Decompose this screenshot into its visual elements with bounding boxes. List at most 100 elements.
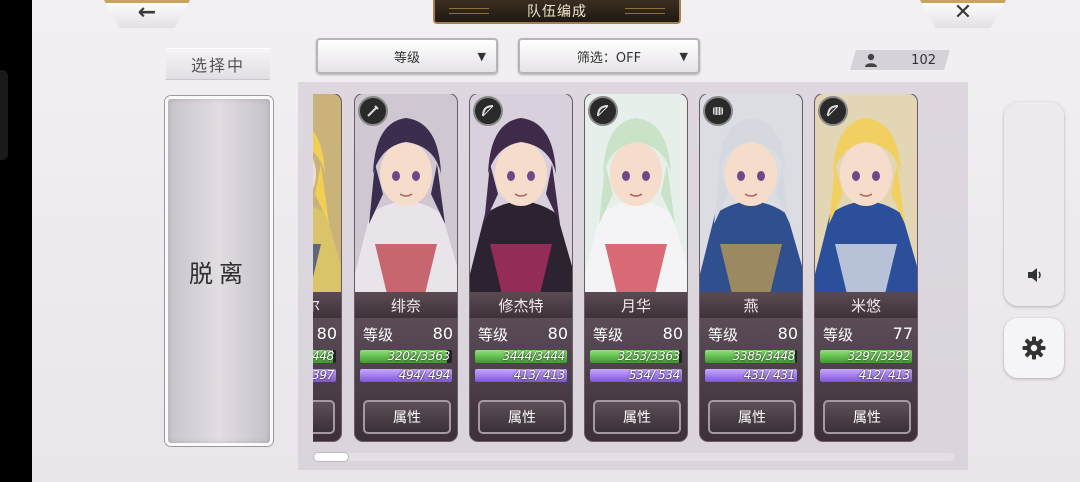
fist-icon bbox=[703, 96, 733, 126]
leave-button-label: 脱离 bbox=[189, 259, 249, 288]
filter-dropdown-label: 筛选：OFF bbox=[576, 50, 642, 66]
character-stats: 等级 80 3444/3444 413/ 413 属性 bbox=[470, 318, 572, 441]
bow-icon bbox=[473, 96, 503, 126]
hp-bar: 3253/3363 bbox=[590, 350, 682, 363]
character-portrait bbox=[313, 94, 341, 292]
chevron-down-icon: ▼ bbox=[679, 50, 688, 63]
horizontal-scrollbar[interactable] bbox=[314, 453, 954, 461]
mp-value: 413/ 413 bbox=[513, 369, 566, 382]
volume-panel[interactable] bbox=[1004, 102, 1064, 306]
hp-value: 3297/3292 bbox=[847, 350, 911, 363]
gear-icon bbox=[1022, 336, 1046, 360]
level-label: 等级 bbox=[478, 326, 509, 344]
attribute-button[interactable]: 属性 bbox=[823, 400, 911, 434]
attribute-button[interactable]: 属性 bbox=[478, 400, 566, 434]
level-value: 80 bbox=[777, 324, 798, 343]
scrollbar-thumb[interactable] bbox=[314, 453, 348, 461]
character-card[interactable]: 燕 等级 80 3385/3448 431/ 431 属性 bbox=[700, 94, 802, 441]
sort-dropdown[interactable]: 等级 ▼ bbox=[316, 38, 498, 74]
chevron-down-icon: ▼ bbox=[477, 50, 486, 63]
level-row: 等级 80 bbox=[363, 324, 453, 344]
hp-value: 3444/3444 bbox=[502, 350, 566, 363]
selecting-label: 选择中 bbox=[166, 48, 270, 80]
mp-value: 534/ 534 bbox=[628, 369, 681, 382]
level-label: 等级 bbox=[708, 326, 739, 344]
character-name: 米悠 bbox=[815, 292, 917, 318]
character-stats: 等级 80 4305/4448 397/ 397 属性 bbox=[313, 318, 341, 441]
speaker-icon bbox=[1028, 268, 1041, 282]
character-stats: 等级 80 3385/3448 431/ 431 属性 bbox=[700, 318, 802, 441]
character-card[interactable]: 安娜贝尔 等级 80 4305/4448 397/ 397 属性 bbox=[313, 94, 341, 441]
hp-value: 3202/3363 bbox=[387, 350, 451, 363]
character-stats: 等级 77 3297/3292 412/ 413 属性 bbox=[815, 318, 917, 441]
settings-button[interactable] bbox=[1004, 318, 1064, 378]
level-label: 等级 bbox=[593, 326, 624, 344]
close-icon: ✕ bbox=[953, 0, 973, 25]
mp-value: 431/ 431 bbox=[743, 369, 796, 382]
mp-bar: 412/ 413 bbox=[820, 369, 912, 382]
character-card[interactable]: 修杰特 等级 80 3444/3444 413/ 413 属性 bbox=[470, 94, 572, 441]
character-card[interactable]: 米悠 等级 77 3297/3292 412/ 413 属性 bbox=[815, 94, 917, 441]
mp-value: 397/ 397 bbox=[313, 369, 334, 382]
level-row: 等级 80 bbox=[313, 324, 337, 344]
sword-icon bbox=[358, 96, 388, 126]
page-title: 队伍编成 bbox=[433, 0, 681, 24]
attribute-button[interactable]: 属性 bbox=[313, 400, 335, 434]
mp-bar: 431/ 431 bbox=[705, 369, 797, 382]
level-label: 等级 bbox=[823, 326, 854, 344]
level-row: 等级 80 bbox=[593, 324, 683, 344]
character-card[interactable]: 月华 等级 80 3253/3363 534/ 534 属性 bbox=[585, 94, 687, 441]
filter-dropdown[interactable]: 筛选：OFF ▼ bbox=[518, 38, 700, 74]
bow-icon bbox=[818, 96, 848, 126]
back-button[interactable]: ← bbox=[104, 0, 190, 28]
hp-bar: 3297/3292 bbox=[820, 350, 912, 363]
attribute-button[interactable]: 属性 bbox=[363, 400, 451, 434]
leave-button[interactable]: 脱离 bbox=[165, 96, 273, 446]
arrow-left-icon: ← bbox=[137, 0, 157, 25]
level-value: 80 bbox=[316, 324, 337, 343]
level-value: 80 bbox=[547, 324, 568, 343]
character-name: 修杰特 bbox=[470, 292, 572, 318]
hp-bar: 3385/3448 bbox=[705, 350, 797, 363]
mp-value: 494/ 494 bbox=[398, 369, 451, 382]
character-name: 绯奈 bbox=[355, 292, 457, 318]
member-count-badge: 102 bbox=[850, 50, 950, 70]
hp-value: 3253/3363 bbox=[617, 350, 681, 363]
sort-dropdown-label: 等级 bbox=[393, 50, 420, 66]
game-screen: ← 队伍编成 ✕ 选择中 脱离 等级 ▼ 筛选：OFF ▼ 102 80 448… bbox=[32, 0, 1080, 482]
hp-value: 3385/3448 bbox=[732, 350, 796, 363]
person-icon bbox=[865, 53, 877, 67]
page-title-text: 队伍编成 bbox=[527, 4, 587, 20]
hp-bar: 3444/3444 bbox=[475, 350, 567, 363]
character-card[interactable]: 绯奈 等级 80 3202/3363 494/ 494 属性 bbox=[355, 94, 457, 441]
level-value: 80 bbox=[662, 324, 683, 343]
system-edge-tab[interactable] bbox=[0, 70, 8, 160]
member-count-value: 102 bbox=[911, 52, 936, 68]
level-value: 80 bbox=[432, 324, 453, 343]
mp-value: 412/ 413 bbox=[858, 369, 911, 382]
title-ornament-right bbox=[625, 8, 665, 14]
hp-bar: 4305/4448 bbox=[313, 350, 336, 363]
mp-bar: 397/ 397 bbox=[313, 369, 336, 382]
character-name: 安娜贝尔 bbox=[313, 292, 341, 318]
level-row: 等级 80 bbox=[708, 324, 798, 344]
character-card-list[interactable]: 安娜贝尔 等级 80 4305/4448 397/ 397 属性 bbox=[313, 94, 952, 442]
character-name: 月华 bbox=[585, 292, 687, 318]
level-label: 等级 bbox=[363, 326, 394, 344]
level-row: 等级 77 bbox=[823, 324, 913, 344]
level-row: 等级 80 bbox=[478, 324, 568, 344]
bow-icon bbox=[588, 96, 618, 126]
mp-bar: 534/ 534 bbox=[590, 369, 682, 382]
mp-bar: 494/ 494 bbox=[360, 369, 452, 382]
attribute-button[interactable]: 属性 bbox=[708, 400, 796, 434]
hp-value: 4305/4448 bbox=[313, 350, 334, 363]
close-button[interactable]: ✕ bbox=[920, 0, 1006, 28]
character-name: 燕 bbox=[700, 292, 802, 318]
mp-bar: 413/ 413 bbox=[475, 369, 567, 382]
character-stats: 等级 80 3202/3363 494/ 494 属性 bbox=[355, 318, 457, 441]
level-value: 77 bbox=[892, 324, 913, 343]
attribute-button[interactable]: 属性 bbox=[593, 400, 681, 434]
title-ornament-left bbox=[449, 8, 489, 14]
character-stats: 等级 80 3253/3363 534/ 534 属性 bbox=[585, 318, 687, 441]
hp-bar: 3202/3363 bbox=[360, 350, 452, 363]
